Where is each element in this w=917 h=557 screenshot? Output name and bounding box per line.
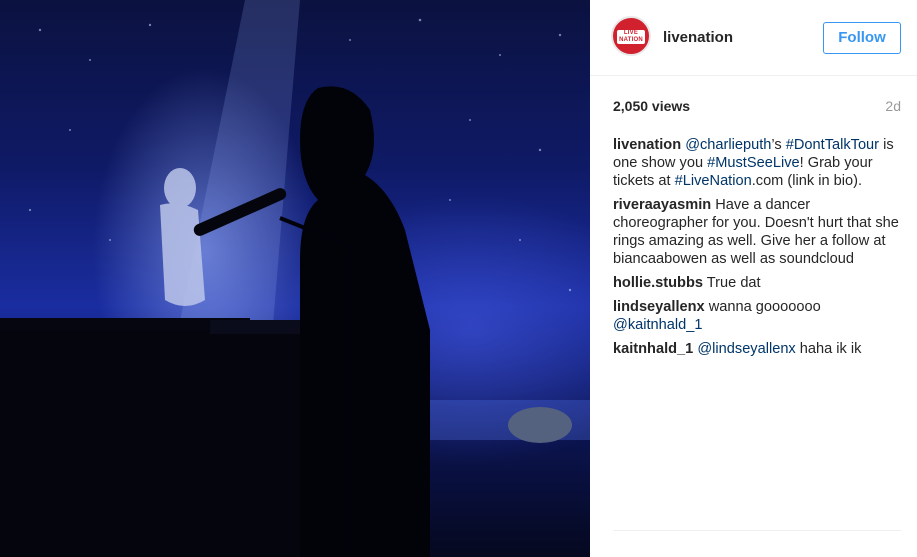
comment-username[interactable]: hollie.stubbs bbox=[613, 275, 703, 291]
mention-link[interactable]: @charlieputh bbox=[685, 137, 771, 153]
mention-link[interactable]: @kaitnhald_1 bbox=[613, 317, 702, 333]
comment-username[interactable]: lindseyallenx bbox=[613, 299, 705, 315]
caption: livenation @charlieputh’s #DontTalkTour … bbox=[613, 136, 903, 190]
avatar-logo-line1: LIVE bbox=[623, 30, 639, 36]
comment-text: haha ik ik bbox=[795, 341, 862, 357]
avatar[interactable]: LIVE NATION bbox=[611, 16, 651, 56]
divider bbox=[613, 530, 901, 531]
live-nation-logo-icon: LIVE NATION bbox=[617, 30, 645, 44]
username-link[interactable]: livenation bbox=[663, 29, 733, 46]
comment-item: riveraayasmin Have a dancer choreographe… bbox=[613, 196, 903, 268]
hashtag-link[interactable]: #MustSeeLive bbox=[707, 155, 799, 171]
caption-username[interactable]: livenation bbox=[613, 137, 681, 153]
comment-item: hollie.stubbs True dat bbox=[613, 274, 903, 292]
comment-item: kaitnhald_1 @lindseyallenx haha ik ik bbox=[613, 340, 903, 358]
mention-link[interactable]: @lindseyallenx bbox=[697, 341, 795, 357]
concert-scene-image bbox=[0, 0, 590, 557]
post-stats: 2,050 views 2d bbox=[613, 98, 901, 118]
caption-fragment: .com (link in bio). bbox=[751, 173, 863, 189]
comment-text: True dat bbox=[706, 275, 761, 291]
hashtag-link[interactable]: #DontTalkTour bbox=[786, 137, 879, 153]
comment-text: wanna gooooooo bbox=[708, 299, 821, 315]
follow-button[interactable]: Follow bbox=[823, 22, 901, 54]
post-age[interactable]: 2d bbox=[885, 98, 901, 114]
view-count: 2,050 views bbox=[613, 98, 691, 114]
comment-username[interactable]: riveraayasmin bbox=[613, 197, 711, 213]
post-header: LIVE NATION livenation Follow bbox=[590, 0, 917, 76]
post-photo[interactable] bbox=[0, 0, 590, 557]
comment-item: lindseyallenx wanna gooooooo @kaitnhald_… bbox=[613, 298, 903, 334]
comment-username[interactable]: kaitnhald_1 bbox=[613, 341, 693, 357]
post-sidebar: LIVE NATION livenation Follow 2,050 view… bbox=[590, 0, 917, 557]
hashtag-link[interactable]: #LiveNation bbox=[675, 173, 752, 189]
avatar-logo-line2: NATION bbox=[619, 37, 643, 43]
comment-list: livenation @charlieputh’s #DontTalkTour … bbox=[613, 136, 903, 364]
instagram-post: LIVE NATION livenation Follow 2,050 view… bbox=[0, 0, 917, 557]
caption-fragment: ’s bbox=[771, 137, 786, 153]
